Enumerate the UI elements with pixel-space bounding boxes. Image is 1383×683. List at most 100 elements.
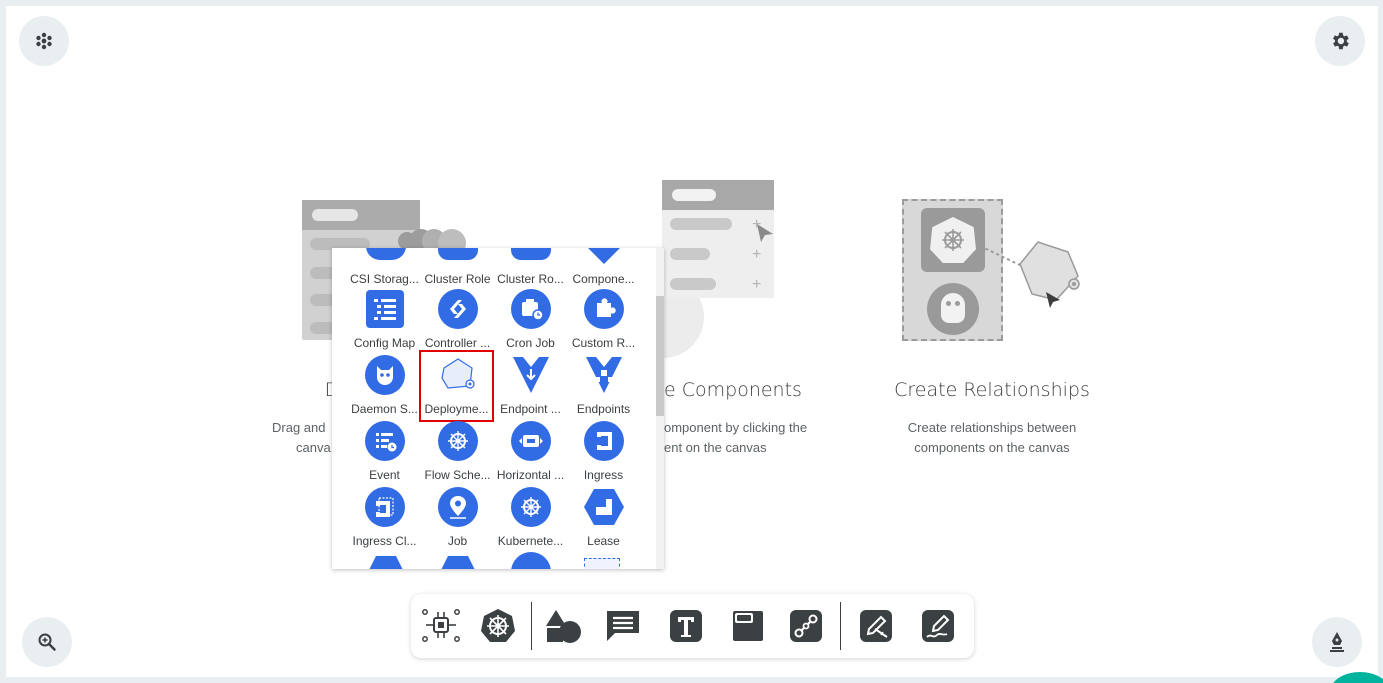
zoom-button[interactable] — [22, 617, 72, 667]
event-icon — [364, 420, 406, 462]
card-title-configure-components: e Components — [664, 379, 802, 401]
palette-item-label: Lease — [587, 534, 620, 548]
flow-schema-icon — [437, 420, 479, 462]
palette-item-lease[interactable]: Lease — [567, 486, 640, 552]
settings-button[interactable] — [1315, 16, 1365, 66]
cluster-role-icon[interactable] — [438, 248, 478, 260]
palette-item-flow-schema[interactable]: Flow Sche... — [421, 420, 494, 486]
palette-item-partial[interactable] — [584, 558, 620, 569]
palette-item-deployment[interactable]: Deployme... — [419, 350, 494, 422]
palette-item-partial[interactable] — [438, 556, 478, 569]
palette-item-partial[interactable] — [366, 556, 406, 569]
relationship-connector — [980, 241, 1080, 308]
mascot-node — [927, 283, 979, 335]
draw-ruler-button[interactable] — [856, 606, 896, 646]
endpoints-icon — [583, 354, 625, 396]
kubernetes-button[interactable] — [478, 606, 518, 646]
palette-item-controller-revision[interactable]: Controller ... — [421, 288, 494, 354]
plus-icon: + — [752, 276, 762, 293]
card-desc-line: canva — [296, 440, 331, 455]
controller-revision-icon — [437, 288, 479, 330]
card-desc-drag-drop: Drag and canva — [272, 418, 332, 458]
palette-item-horizontal-pod-autoscaler[interactable]: Horizontal ... — [494, 420, 567, 486]
text-icon — [670, 610, 702, 642]
comment-button[interactable] — [603, 606, 643, 646]
section-icon — [733, 611, 763, 641]
top-left-menu-button[interactable] — [19, 16, 69, 66]
palette-item-label[interactable]: Cluster Ro... — [494, 272, 567, 286]
palette-item-label: Kubernete... — [497, 534, 564, 548]
kubernetes-node — [921, 208, 985, 272]
text-button[interactable] — [666, 606, 706, 646]
palette-item-label: Controller ... — [424, 336, 491, 350]
toolbar-separator — [531, 602, 532, 650]
palette-item-label: Endpoint ... — [500, 402, 561, 416]
palette-item-label: Flow Sche... — [424, 468, 491, 482]
endpoint-slice-icon — [510, 354, 552, 396]
shapes-icon — [546, 610, 581, 643]
palette-item-label: Custom R... — [571, 336, 636, 350]
pen-mode-button[interactable] — [1312, 617, 1362, 667]
palette-item-label: Job — [447, 534, 468, 548]
card-desc-line: components on the canvas — [914, 440, 1070, 455]
palette-item-event[interactable]: Event — [348, 420, 421, 486]
palette-item-label: Config Map — [353, 336, 416, 350]
palette-scrollbar[interactable] — [656, 248, 664, 569]
palette-item-ingress[interactable]: Ingress — [567, 420, 640, 486]
edge-button[interactable] — [786, 606, 826, 646]
freehand-draw-button[interactable] — [918, 606, 958, 646]
components-button[interactable] — [421, 606, 461, 646]
palette-item-label: Horizontal ... — [496, 468, 565, 482]
palette-scroll-thumb[interactable] — [656, 296, 664, 416]
components-icon — [422, 609, 460, 642]
gear-icon — [1333, 32, 1349, 50]
card-desc-line: Create relationships between — [907, 420, 1077, 435]
asterisk-icon — [36, 32, 52, 50]
palette-item-label: Ingress — [583, 468, 624, 482]
cursor-icon — [757, 224, 773, 242]
plus-icon: + — [752, 246, 762, 263]
custom-resource-icon — [583, 288, 625, 330]
card-desc-line: Drag and — [272, 420, 326, 435]
palette-item-label[interactable]: Compone... — [567, 272, 640, 286]
deployment-icon — [436, 354, 478, 396]
ingress-class-icon — [364, 486, 406, 528]
palette-item-custom-resource[interactable]: Custom R... — [567, 288, 640, 354]
palette-item-cron-job[interactable]: Cron Job — [494, 288, 567, 354]
bottom-toolbar — [411, 594, 974, 658]
shapes-button[interactable] — [543, 606, 583, 646]
cluster-role-binding-icon[interactable] — [511, 248, 551, 260]
fountain-pen-icon — [1330, 632, 1344, 652]
kubernetes-icon — [510, 486, 552, 528]
helm-wheel-icon — [942, 229, 964, 251]
palette-item-label: Cron Job — [506, 336, 555, 350]
palette-item-job[interactable]: Job — [421, 486, 494, 552]
kubernetes-helm-icon — [481, 609, 515, 642]
section-button[interactable] — [728, 606, 768, 646]
card-desc-line: omponent by clicking the — [664, 420, 808, 435]
card-desc-configure-components: omponent by clicking the ent on the canv… — [664, 418, 834, 458]
palette-item-daemon-set[interactable]: Daemon S... — [348, 354, 421, 420]
palette-item-label: Deployme... — [424, 402, 489, 416]
component-palette[interactable]: CSI Storag... Cluster Role Cluster Ro...… — [332, 248, 664, 569]
palette-item-config-map[interactable]: Config Map — [348, 288, 421, 354]
palette-item-partial[interactable] — [511, 552, 551, 569]
lease-icon — [583, 486, 625, 528]
freehand-pen-icon — [922, 610, 954, 642]
palette-item-endpoint-slice[interactable]: Endpoint ... — [494, 354, 567, 420]
palette-item-kubernetes[interactable]: Kubernete... — [494, 486, 567, 552]
palette-item-label[interactable]: CSI Storag... — [348, 272, 421, 286]
edge-icon — [790, 610, 822, 642]
palette-item-ingress-class[interactable]: Ingress Cl... — [348, 486, 421, 552]
job-icon — [437, 486, 479, 528]
palette-item-endpoints[interactable]: Endpoints — [567, 354, 640, 420]
daemon-set-icon — [364, 354, 406, 396]
config-map-icon — [364, 288, 406, 330]
component-status-icon[interactable] — [584, 248, 624, 264]
comment-icon — [607, 611, 639, 641]
csi-storage-icon[interactable] — [366, 248, 406, 260]
palette-item-label[interactable]: Cluster Role — [421, 272, 494, 286]
horizontal-pod-autoscaler-icon — [510, 420, 552, 462]
card-title-create-relationships: Create Relationships — [894, 379, 1090, 401]
card-desc-create-relationships: Create relationships between components … — [880, 418, 1104, 458]
